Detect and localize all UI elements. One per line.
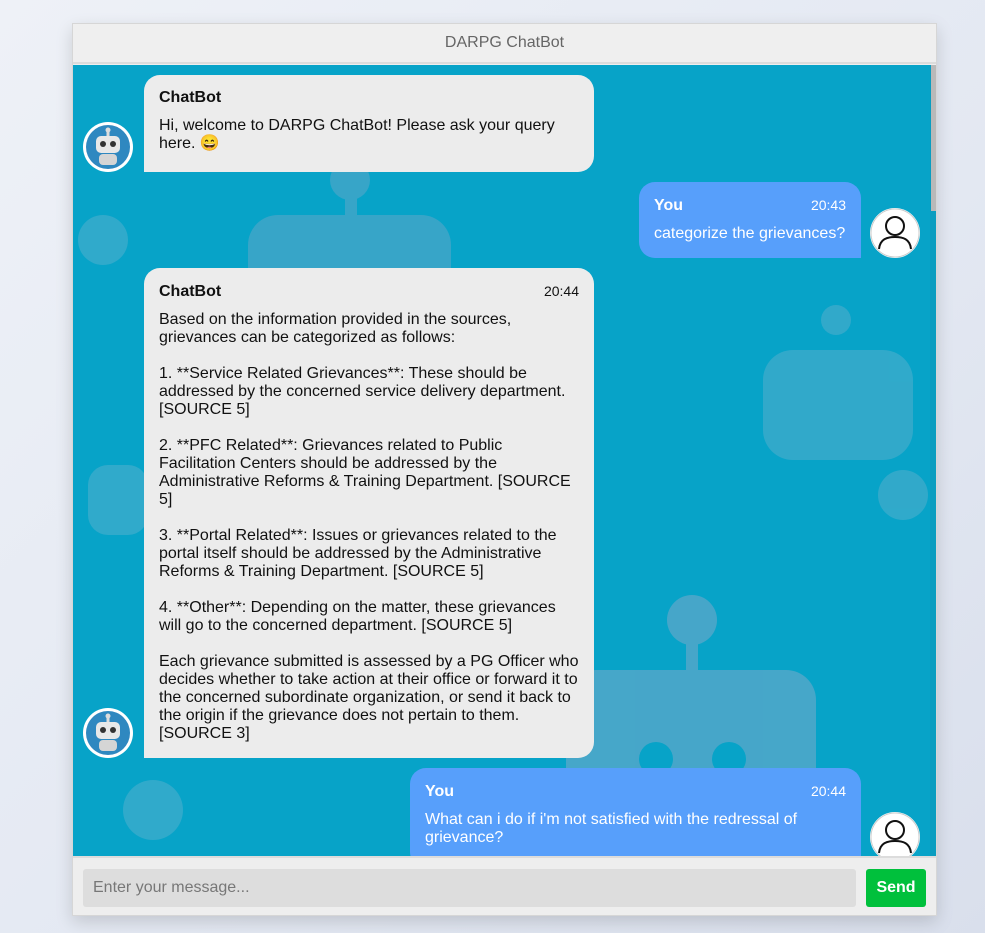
message-sender: ChatBot — [159, 283, 222, 300]
message-sender: You — [654, 197, 684, 214]
message-text: What can i do if i'm not satisfied with … — [425, 811, 798, 846]
message-input-bar: Send — [73, 856, 936, 915]
chat-window: DARPG ChatBot ChatBot Hi, welcome to DAR… — [72, 23, 937, 916]
message-bubble-user: You 20:44 What can i do if i'm not satis… — [410, 768, 861, 856]
message-text: Based on the information provided in the… — [159, 311, 579, 742]
robot-icon — [86, 125, 130, 169]
chatbot-avatar — [83, 122, 133, 172]
window-title: DARPG ChatBot — [73, 24, 936, 64]
message-bubble-bot: ChatBot 20:44 Based on the information p… — [144, 268, 594, 758]
message-time: 20:44 — [810, 783, 846, 799]
message-text: Hi, welcome to DARPG ChatBot! Please ask… — [159, 117, 560, 152]
chat-messages-area[interactable]: ChatBot Hi, welcome to DARPG ChatBot! Pl… — [73, 65, 936, 856]
message-sender: You — [425, 783, 455, 800]
message-input[interactable] — [83, 869, 856, 907]
chatbot-avatar — [83, 708, 133, 758]
send-button[interactable]: Send — [866, 869, 926, 907]
user-avatar — [870, 812, 920, 856]
user-icon — [870, 812, 920, 856]
user-avatar — [870, 208, 920, 258]
message-sender: ChatBot — [159, 89, 222, 106]
user-icon — [870, 208, 920, 258]
message-bubble-user: You 20:43 categorize the grievances? — [639, 182, 861, 258]
message-time: 20:44 — [543, 283, 579, 299]
message-bubble-bot: ChatBot Hi, welcome to DARPG ChatBot! Pl… — [144, 75, 594, 172]
scrollbar-thumb[interactable] — [931, 65, 936, 211]
message-time: 20:43 — [810, 197, 846, 213]
chat-scrollbar[interactable] — [930, 65, 936, 856]
robot-icon — [86, 711, 130, 755]
message-text: categorize the grievances? — [654, 225, 846, 242]
